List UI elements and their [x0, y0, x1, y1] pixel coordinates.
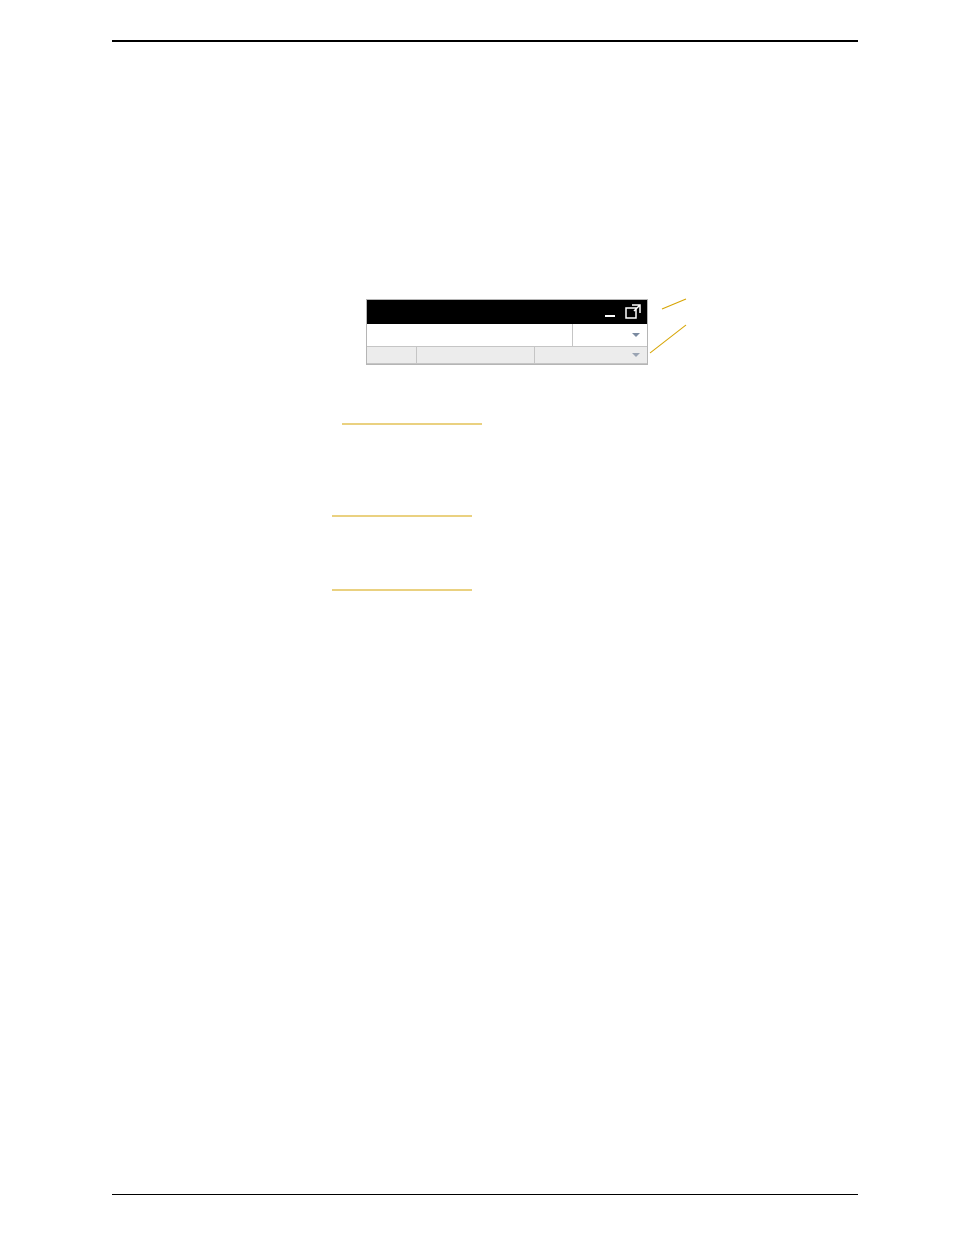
detach-icon[interactable] — [625, 304, 641, 320]
search-row — [367, 324, 647, 347]
history-panel-header — [367, 300, 647, 324]
filter-dropdown[interactable] — [573, 324, 647, 346]
callouts-right — [648, 299, 798, 399]
figure — [112, 299, 858, 679]
callouts-left — [172, 299, 366, 679]
chevron-down-icon — [631, 350, 641, 360]
chapter-title — [112, 56, 858, 104]
history-panel — [366, 299, 648, 365]
columns-header — [367, 347, 647, 364]
col-call[interactable] — [417, 347, 535, 363]
running-header — [112, 20, 858, 42]
minimize-icon[interactable] — [603, 305, 617, 319]
chevron-down-icon — [631, 330, 641, 340]
col-date[interactable] — [535, 347, 647, 363]
search-input[interactable] — [367, 324, 573, 346]
col-status[interactable] — [367, 347, 417, 363]
section-title — [112, 234, 858, 271]
page-footer — [112, 1194, 858, 1199]
